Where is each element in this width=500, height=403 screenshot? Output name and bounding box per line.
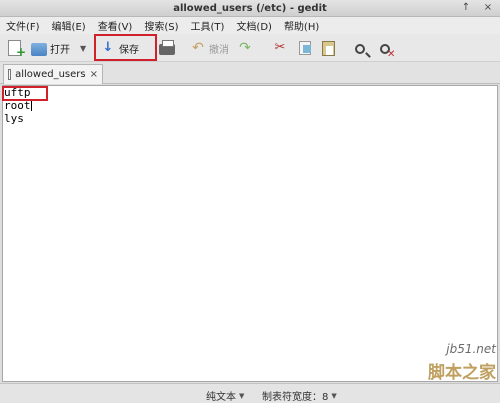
tab-label: allowed_users xyxy=(15,69,86,80)
toolbar: 打开 ▼ ↓ 保存 ↶ 撤消 ↷ ✂ xyxy=(0,34,500,62)
search-icon xyxy=(355,43,365,54)
printer-icon xyxy=(159,40,175,55)
new-document-icon xyxy=(8,40,26,59)
menu-tools[interactable]: 工具(T) xyxy=(191,18,225,33)
paste-button[interactable] xyxy=(322,38,335,58)
undo-button[interactable]: ↶ 撤消 xyxy=(190,38,229,58)
menu-edit[interactable]: 编辑(E) xyxy=(52,18,86,33)
copy-button[interactable] xyxy=(299,38,311,58)
tab-width-label: 制表符宽度：8 xyxy=(262,392,329,403)
find-replace-icon xyxy=(380,43,395,60)
cut-button[interactable]: ✂ xyxy=(272,38,288,58)
open-recent-dropdown[interactable]: ▼ xyxy=(80,38,86,58)
open-button[interactable]: 打开 xyxy=(31,38,70,58)
document-icon xyxy=(8,69,12,80)
folder-icon xyxy=(31,42,47,56)
editor-line[interactable]: uftp xyxy=(3,86,497,99)
menu-file[interactable]: 文件(F) xyxy=(6,18,40,33)
menu-view[interactable]: 查看(V) xyxy=(98,18,133,33)
open-button-label: 打开 xyxy=(50,44,70,56)
status-bar: 纯文本 ▼ 制表符宽度：8 ▼ xyxy=(0,383,500,403)
chevron-down-icon: ▼ xyxy=(239,391,245,400)
language-selector[interactable]: 纯文本 ▼ xyxy=(206,388,244,403)
language-label: 纯文本 xyxy=(206,392,236,403)
tab-bar: allowed_users × xyxy=(0,62,500,84)
save-highlight-box xyxy=(94,34,157,61)
text-cursor xyxy=(30,100,32,111)
editor-line[interactable]: root xyxy=(3,99,497,112)
window-controls: ↑ × xyxy=(460,2,494,14)
copy-icon xyxy=(299,41,311,55)
window-title: allowed_users (/etc) - gedit xyxy=(173,3,327,14)
undo-button-label: 撤消 xyxy=(209,44,229,56)
redo-button[interactable]: ↷ xyxy=(237,38,253,58)
watermark: jb51.net 脚本之家 xyxy=(428,342,496,383)
tab-width-selector[interactable]: 制表符宽度：8 ▼ xyxy=(262,388,337,403)
minimize-icon[interactable]: ↑ xyxy=(460,2,472,14)
undo-icon: ↶ xyxy=(192,40,204,56)
clipboard-icon xyxy=(322,40,335,56)
replace-button[interactable] xyxy=(380,38,395,60)
menu-documents[interactable]: 文档(D) xyxy=(236,18,272,33)
title-bar: allowed_users (/etc) - gedit ↑ × xyxy=(0,0,500,17)
watermark-domain: jb51.net xyxy=(446,342,496,356)
chevron-down-icon: ▼ xyxy=(331,391,337,400)
print-button[interactable] xyxy=(159,38,175,58)
chevron-down-icon: ▼ xyxy=(80,43,87,53)
editor-line[interactable]: lys xyxy=(3,112,497,125)
scissors-icon: ✂ xyxy=(274,40,286,55)
redo-icon: ↷ xyxy=(239,40,251,56)
text-editor[interactable]: uftp root lys xyxy=(2,85,498,382)
uftp-highlight-box xyxy=(2,86,48,101)
close-icon[interactable]: × xyxy=(482,2,494,14)
tab-allowed-users[interactable]: allowed_users × xyxy=(3,64,103,84)
find-button[interactable] xyxy=(355,38,365,58)
menu-bar: 文件(F) 编辑(E) 查看(V) 搜索(S) 工具(T) 文档(D) 帮助(H… xyxy=(0,17,500,34)
tab-close-icon[interactable]: × xyxy=(90,69,98,80)
menu-help[interactable]: 帮助(H) xyxy=(284,18,319,33)
new-button[interactable] xyxy=(8,38,26,59)
watermark-name: 脚本之家 xyxy=(428,363,496,383)
menu-search[interactable]: 搜索(S) xyxy=(144,18,178,33)
